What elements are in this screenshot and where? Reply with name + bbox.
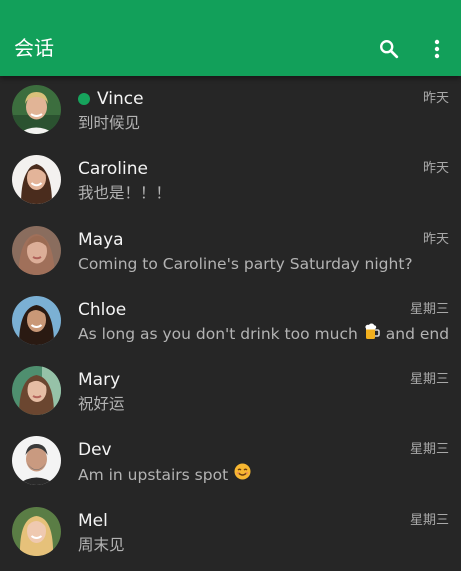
message-time: 星期三 [409, 301, 449, 317]
conversation-row[interactable]: Dev 星期三 Am in upstairs spot [0, 432, 461, 502]
beer-mug-emoji [364, 323, 380, 346]
page-title: 会话 [14, 36, 54, 60]
message-preview: 我也是！！！ [78, 184, 172, 203]
message-preview: 祝好运 [78, 395, 125, 414]
contact-name: Vince [97, 89, 144, 109]
conversation-row[interactable]: Caroline 昨天 我也是！！！ [0, 151, 461, 221]
message-preview: 到时候见 [78, 114, 141, 132]
message-preview: As long as you don't drink too much and … [78, 323, 450, 346]
contact-name: Dev [78, 440, 112, 461]
message-time: 昨天 [422, 231, 449, 247]
conversation-row[interactable]: Chloe 星期三 As long as you don't drink too… [0, 292, 461, 362]
message-time: 星期三 [409, 442, 449, 458]
chat-list-screen: 会话 Vince 昨天 到时候见 Caroline 昨天 我也是！！！ Maya… [0, 0, 461, 571]
app-bar: 会话 [0, 0, 461, 76]
avatar [12, 366, 61, 416]
conversation-row[interactable]: Mary 星期三 祝好运 [0, 362, 461, 432]
message-time: 昨天 [422, 161, 449, 177]
contact-name: Chloe [78, 299, 127, 320]
message-preview: Am in upstairs spot [78, 463, 450, 486]
avatar [12, 506, 61, 556]
conversation-row[interactable]: Vince 昨天 到时候见 [0, 81, 461, 151]
avatar [12, 85, 61, 134]
conversation-list: Vince 昨天 到时候见 Caroline 昨天 我也是！！！ Maya 昨天… [0, 81, 461, 571]
conversation-row[interactable]: Maya 昨天 Coming to Caroline's party Satur… [0, 222, 461, 292]
smiling-face-emoji [234, 463, 251, 486]
search-icon [380, 40, 399, 59]
contact-name: Maya [78, 229, 124, 250]
contact-name: Mel [78, 510, 108, 531]
avatar [12, 436, 61, 486]
search-button[interactable] [374, 34, 404, 64]
message-time: 星期三 [409, 372, 449, 388]
more-options-button[interactable] [422, 34, 452, 64]
conversation-row[interactable]: Mel 星期三 周末见 [0, 503, 461, 571]
message-preview: 周末见 [78, 535, 125, 554]
message-time: 昨天 [422, 91, 449, 106]
avatar [12, 225, 61, 275]
message-time: 星期三 [409, 512, 449, 528]
contact-name: Caroline [78, 159, 148, 180]
contact-name: Mary [78, 370, 121, 391]
avatar [12, 155, 61, 205]
avatar [12, 295, 61, 345]
message-preview: Coming to Caroline's party Saturday nigh… [78, 254, 413, 273]
more-vert-icon [434, 39, 440, 59]
online-status-dot [78, 93, 90, 105]
